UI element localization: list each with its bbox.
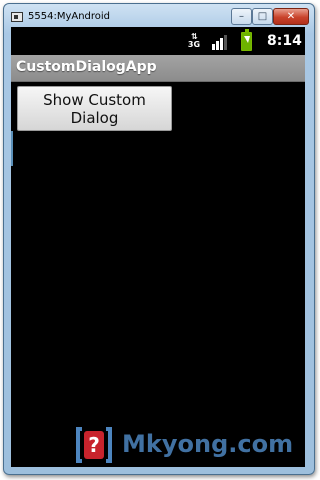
app-title: CustomDialogApp xyxy=(16,59,157,75)
window-title: 5554:MyAndroid xyxy=(28,11,111,22)
battery-charging-icon xyxy=(241,29,252,51)
minimize-button[interactable]: – xyxy=(231,8,252,25)
maximize-button[interactable]: □ xyxy=(252,8,273,25)
watermark-text: Mkyong.com xyxy=(122,430,294,458)
show-custom-dialog-button[interactable]: Show Custom Dialog xyxy=(17,86,172,131)
watermark: ? Mkyong.com xyxy=(70,425,310,469)
emulator-app-icon[interactable] xyxy=(11,12,23,22)
scroll-edge-indicator xyxy=(11,131,13,166)
status-clock: 8:14 xyxy=(267,33,302,49)
status-bar: ⇅ 3G 8:14 xyxy=(11,27,305,55)
3g-data-icon: ⇅ 3G xyxy=(187,32,201,49)
svg-text:?: ? xyxy=(88,433,100,457)
app-title-bar: CustomDialogApp xyxy=(11,55,305,82)
android-screen: ⇅ 3G 8:14 CustomDialogApp Show Custom Di… xyxy=(11,27,305,467)
signal-bars-icon xyxy=(212,34,230,50)
mkyong-logo-icon: ? xyxy=(76,427,112,463)
close-button[interactable]: ✕ xyxy=(273,8,309,25)
